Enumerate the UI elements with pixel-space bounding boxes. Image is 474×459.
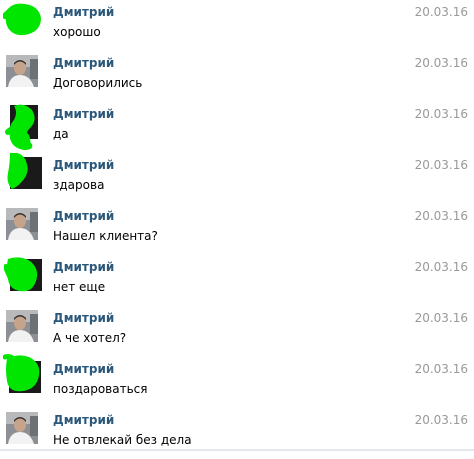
message-item[interactable]: Дмитрий 20.03.16 хорошо [0, 0, 474, 51]
message-text: Не отвлекай без дела [53, 433, 192, 447]
message-list: Дмитрий 20.03.16 хорошо Дмитрий 20.03.16… [0, 0, 474, 451]
message-text: хорошо [53, 25, 101, 39]
message-date: 20.03.16 [414, 413, 468, 427]
message-item[interactable]: Дмитрий 20.03.16 поздароваться [0, 354, 474, 408]
message-text: да [53, 127, 69, 141]
sender-name[interactable]: Дмитрий [53, 208, 114, 224]
message-text: Договорились [53, 76, 143, 90]
message-date: 20.03.16 [414, 209, 468, 223]
sender-name[interactable]: Дмитрий [53, 157, 114, 173]
message-text: здарова [53, 178, 105, 192]
avatar-scribbled[interactable] [4, 153, 42, 193]
message-item[interactable]: Дмитрий 20.03.16 Договорились [0, 51, 474, 102]
sender-name[interactable]: Дмитрий [53, 106, 114, 122]
avatar-scribbled[interactable] [3, 353, 43, 395]
message-item[interactable]: Дмитрий 20.03.16 нет еще [0, 255, 474, 306]
message-date: 20.03.16 [414, 362, 468, 376]
avatar-photo[interactable] [6, 412, 38, 444]
avatar-photo[interactable] [6, 55, 38, 87]
message-date: 20.03.16 [414, 311, 468, 325]
message-date: 20.03.16 [414, 107, 468, 121]
avatar-scribbled[interactable] [4, 255, 42, 295]
message-item[interactable]: Дмитрий 20.03.16 здарова [0, 153, 474, 204]
message-text: нет еще [53, 280, 106, 294]
sender-name[interactable]: Дмитрий [53, 361, 114, 377]
message-item[interactable]: Дмитрий 20.03.16 Нашел клиента? [0, 204, 474, 255]
sender-name[interactable]: Дмитрий [53, 412, 114, 428]
sender-name[interactable]: Дмитрий [53, 4, 114, 20]
message-text: А че хотел? [53, 331, 127, 345]
avatar-photo[interactable] [6, 310, 38, 342]
sender-name[interactable]: Дмитрий [53, 55, 114, 71]
message-date: 20.03.16 [414, 158, 468, 172]
message-text: Нашел клиента? [53, 229, 158, 243]
message-text: поздароваться [53, 382, 148, 396]
message-date: 20.03.16 [414, 260, 468, 274]
sender-name[interactable]: Дмитрий [53, 259, 114, 275]
message-item[interactable]: Дмитрий 20.03.16 да [0, 102, 474, 153]
message-date: 20.03.16 [414, 56, 468, 70]
avatar-photo[interactable] [6, 208, 38, 240]
message-item[interactable]: Дмитрий 20.03.16 Не отвлекай без дела [0, 408, 474, 459]
sender-name[interactable]: Дмитрий [53, 310, 114, 326]
message-date: 20.03.16 [414, 5, 468, 19]
message-item[interactable]: Дмитрий 20.03.16 А че хотел? [0, 306, 474, 357]
avatar-scribbled[interactable] [3, 0, 43, 40]
avatar-scribbled[interactable] [4, 102, 42, 152]
